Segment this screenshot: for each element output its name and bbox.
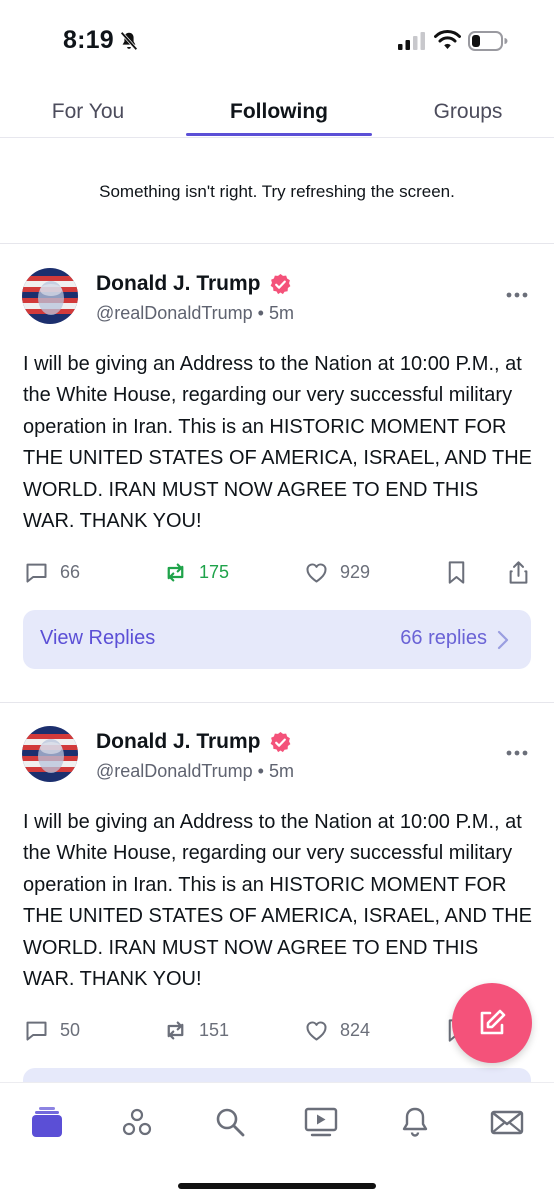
share-icon [509, 560, 528, 584]
repost-count: 151 [199, 1019, 230, 1040]
repost-icon [167, 563, 184, 581]
author-name[interactable]: Donald J. Trump [96, 730, 261, 754]
post[interactable]: Donald J. Trump @realDonaldTrump • 5m I … [0, 245, 554, 703]
repost-button[interactable]: 175 [162, 556, 229, 588]
replies-count-label: 66 replies [400, 627, 487, 649]
author-handle: @realDonaldTrump • 5m [96, 303, 294, 323]
status-time: 8:19 [63, 26, 114, 54]
home-indicator [178, 1183, 376, 1189]
like-count: 929 [340, 561, 371, 582]
like-icon [306, 562, 327, 583]
reply-button[interactable]: 66 [23, 556, 80, 588]
verified-icon [270, 731, 291, 753]
bottom-nav [0, 1082, 554, 1200]
avatar[interactable] [22, 726, 78, 782]
status-bar: 8:19 [0, 0, 554, 84]
post-text: I will be giving an Address to the Natio… [23, 811, 532, 991]
video-icon[interactable] [304, 1105, 338, 1139]
view-replies-button[interactable]: View Replies 66 replies [23, 610, 531, 669]
repost-count: 175 [199, 561, 230, 582]
reply-count: 66 [60, 561, 81, 582]
like-button[interactable]: 824 [303, 1014, 370, 1046]
compose-icon [480, 1009, 506, 1035]
tab-for-you[interactable]: For You [0, 100, 176, 138]
bookmark-icon [448, 560, 465, 584]
post-text: I will be giving an Address to the Natio… [23, 353, 532, 533]
like-count: 824 [340, 1019, 371, 1040]
share-button[interactable] [505, 556, 542, 588]
notifications-icon[interactable] [398, 1105, 432, 1139]
groups-icon[interactable] [120, 1105, 154, 1139]
tab-groups[interactable]: Groups [380, 100, 554, 138]
repost-icon [167, 1021, 184, 1039]
repost-button[interactable]: 151 [162, 1014, 229, 1046]
error-banner: Something isn't right. Try refreshing th… [0, 138, 554, 244]
error-message: Something isn't right. Try refreshing th… [99, 182, 455, 201]
search-icon[interactable] [213, 1105, 247, 1139]
reply-icon [26, 1021, 47, 1041]
view-replies-label: View Replies [40, 627, 156, 649]
signal-icon [398, 32, 425, 50]
messages-icon[interactable] [490, 1105, 524, 1139]
like-icon [306, 1020, 327, 1041]
feed-icon[interactable] [30, 1105, 64, 1139]
chevron-right-icon [497, 630, 509, 650]
reply-count: 50 [60, 1019, 81, 1040]
avatar[interactable] [22, 268, 78, 324]
reply-icon [26, 563, 47, 583]
wifi-icon [434, 30, 461, 49]
verified-icon [270, 273, 291, 295]
author-name[interactable]: Donald J. Trump [96, 272, 261, 296]
more-icon[interactable] [506, 291, 528, 299]
post-actions: 66 175 929 [0, 556, 554, 588]
battery-icon [468, 31, 508, 51]
author-handle: @realDonaldTrump • 5m [96, 761, 294, 781]
reply-button[interactable]: 50 [23, 1014, 80, 1046]
bell-off-icon [120, 31, 138, 51]
active-tab-indicator [186, 133, 372, 136]
compose-button[interactable] [452, 983, 532, 1063]
feed-tabs: For You Following Groups [0, 92, 554, 138]
bookmark-button[interactable] [443, 556, 480, 588]
more-icon[interactable] [506, 749, 528, 757]
like-button[interactable]: 929 [303, 556, 370, 588]
